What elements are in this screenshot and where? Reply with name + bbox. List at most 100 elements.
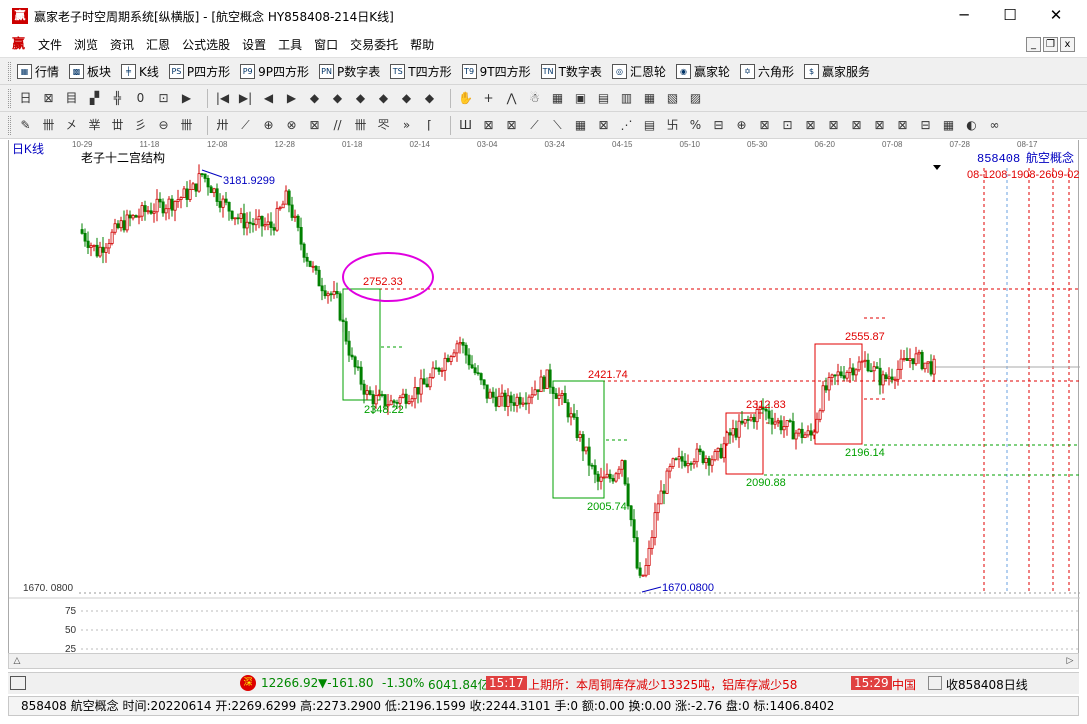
drawing-tool-icon-15[interactable]: ◆ bbox=[375, 90, 392, 107]
alarm-icon[interactable] bbox=[928, 676, 942, 690]
analysis-tool-icon-10[interactable]: ⊕ bbox=[260, 117, 277, 134]
keyboard-icon[interactable] bbox=[10, 676, 26, 690]
menu-item-5[interactable]: 设置 bbox=[236, 36, 272, 53]
menu-item-1[interactable]: 浏览 bbox=[68, 36, 104, 53]
analysis-tool-icon-18[interactable]: Ш bbox=[457, 117, 474, 134]
drawing-tool-icon-21[interactable]: ☃ bbox=[526, 90, 543, 107]
drawing-tool-icon-27[interactable]: ▧ bbox=[664, 90, 681, 107]
analysis-tool-icon-8[interactable]: 卅 bbox=[214, 117, 231, 134]
mdi-restore-button[interactable]: ❐ bbox=[1043, 37, 1058, 52]
analysis-tool-icon-32[interactable]: ⊡ bbox=[779, 117, 796, 134]
drawing-tool-icon-7[interactable]: ▶ bbox=[178, 90, 195, 107]
analysis-tool-icon-25[interactable]: ⋰ bbox=[618, 117, 635, 134]
toolbar-button-6[interactable]: TS T四方形 bbox=[390, 63, 452, 80]
analysis-tool-icon-37[interactable]: ⊠ bbox=[894, 117, 911, 134]
drawing-tool-icon-1[interactable]: ⊠ bbox=[40, 90, 57, 107]
drawing-tool-icon-11[interactable]: ▶ bbox=[283, 90, 300, 107]
toolbar-button-11[interactable]: ✡ 六角形 bbox=[739, 63, 794, 80]
analysis-tool-icon-34[interactable]: ⊠ bbox=[825, 117, 842, 134]
close-button[interactable]: ✕ bbox=[1033, 0, 1079, 30]
toolbar-button-0[interactable]: ▦ 行情 bbox=[17, 63, 59, 80]
mdi-minimize-button[interactable]: _ bbox=[1026, 37, 1041, 52]
drawing-tool-icon-0[interactable]: 日 bbox=[17, 90, 34, 107]
menu-item-7[interactable]: 窗口 bbox=[308, 36, 344, 53]
kline-chart[interactable]: 日K线 老子十二宫结构 858408 航空概念 08-1208-1908-2609-02… bbox=[8, 140, 1080, 669]
analysis-tool-icon-23[interactable]: ▦ bbox=[572, 117, 589, 134]
menu-item-0[interactable]: 文件 bbox=[32, 36, 68, 53]
drawing-tool-icon-18[interactable]: ✋ bbox=[457, 90, 474, 107]
toolbar-button-3[interactable]: PS P四方形 bbox=[168, 63, 230, 80]
analysis-tool-icon-1[interactable]: 卌 bbox=[40, 117, 57, 134]
menu-item-8[interactable]: 交易委托 bbox=[344, 36, 404, 53]
analysis-tool-icon-38[interactable]: ⊟ bbox=[917, 117, 934, 134]
drawing-tool-icon-9[interactable]: ▶| bbox=[237, 90, 254, 107]
analysis-tool-icon-20[interactable]: ⊠ bbox=[503, 117, 520, 134]
analysis-tool-icon-24[interactable]: ⊠ bbox=[595, 117, 612, 134]
news-ticker-2[interactable]: 中国 bbox=[892, 676, 916, 693]
drawing-tool-icon-28[interactable]: ▨ bbox=[687, 90, 704, 107]
toolbar-grip[interactable] bbox=[8, 61, 11, 81]
toolbar-button-2[interactable]: ╪ K线 bbox=[121, 63, 159, 80]
toolbar-button-12[interactable]: $ 赢家服务 bbox=[803, 63, 870, 80]
drawing-tool-icon-17[interactable]: ◆ bbox=[421, 90, 438, 107]
menu-item-4[interactable]: 公式选股 bbox=[176, 36, 236, 53]
toolbar-button-8[interactable]: TN T数字表 bbox=[540, 63, 602, 80]
drawing-tool-icon-24[interactable]: ▤ bbox=[595, 90, 612, 107]
news-ticker-1[interactable]: 上期所：本周铜库存减少13325吨，铝库存减少58 bbox=[528, 676, 797, 693]
analysis-tool-icon-7[interactable]: 卌 bbox=[178, 117, 195, 134]
drawing-tool-icon-19[interactable]: + bbox=[480, 90, 497, 107]
menu-item-9[interactable]: 帮助 bbox=[404, 36, 440, 53]
maximize-button[interactable]: ☐ bbox=[987, 0, 1033, 30]
drawing-tool-icon-5[interactable]: 0 bbox=[132, 90, 149, 107]
analysis-tool-icon-13[interactable]: // bbox=[329, 117, 346, 134]
analysis-tool-icon-39[interactable]: ▦ bbox=[940, 117, 957, 134]
toolbar-button-4[interactable]: P9 9P四方形 bbox=[240, 63, 309, 80]
analysis-tool-icon-9[interactable]: ⟋ bbox=[237, 117, 254, 134]
toolbar-button-9[interactable]: ◎ 汇恩轮 bbox=[611, 63, 666, 80]
analysis-tool-icon-14[interactable]: 卌 bbox=[352, 117, 369, 134]
drawing-tool-icon-6[interactable]: ⊡ bbox=[155, 90, 172, 107]
drawing-tool-icon-26[interactable]: ▦ bbox=[641, 90, 658, 107]
analysis-tool-icon-6[interactable]: ⊖ bbox=[155, 117, 172, 134]
analysis-tool-icon-5[interactable]: 彡 bbox=[132, 117, 149, 134]
analysis-tool-icon-31[interactable]: ⊠ bbox=[756, 117, 773, 134]
drawing-tool-icon-14[interactable]: ◆ bbox=[352, 90, 369, 107]
toolbar-grip[interactable] bbox=[8, 115, 11, 135]
drawing-tool-icon-4[interactable]: ╬ bbox=[109, 90, 126, 107]
analysis-tool-icon-17[interactable]: ⌈ bbox=[421, 117, 438, 134]
analysis-tool-icon-22[interactable]: ⟍ bbox=[549, 117, 566, 134]
analysis-tool-icon-28[interactable]: % bbox=[687, 117, 704, 134]
analysis-tool-icon-4[interactable]: 丗 bbox=[109, 117, 126, 134]
mdi-close-button[interactable]: x bbox=[1060, 37, 1075, 52]
analysis-tool-icon-16[interactable]: » bbox=[398, 117, 415, 134]
toolbar-button-10[interactable]: ◉ 赢家轮 bbox=[675, 63, 730, 80]
drawing-tool-icon-8[interactable]: |◀ bbox=[214, 90, 231, 107]
analysis-tool-icon-12[interactable]: ⊠ bbox=[306, 117, 323, 134]
chart-scrollbar[interactable]: △ ▷ bbox=[8, 653, 1079, 669]
menu-item-6[interactable]: 工具 bbox=[272, 36, 308, 53]
analysis-tool-icon-11[interactable]: ⊗ bbox=[283, 117, 300, 134]
drawing-tool-icon-23[interactable]: ▣ bbox=[572, 90, 589, 107]
analysis-tool-icon-3[interactable]: 丵 bbox=[86, 117, 103, 134]
drawing-tool-icon-13[interactable]: ◆ bbox=[329, 90, 346, 107]
analysis-tool-icon-27[interactable]: 卐 bbox=[664, 117, 681, 134]
analysis-tool-icon-33[interactable]: ⊠ bbox=[802, 117, 819, 134]
toolbar-grip[interactable] bbox=[8, 88, 11, 108]
analysis-tool-icon-26[interactable]: ▤ bbox=[641, 117, 658, 134]
drawing-tool-icon-3[interactable]: ▞ bbox=[86, 90, 103, 107]
analysis-tool-icon-41[interactable]: ∞ bbox=[986, 117, 1003, 134]
scroll-left-button[interactable]: △ bbox=[9, 654, 25, 668]
drawing-tool-icon-16[interactable]: ◆ bbox=[398, 90, 415, 107]
analysis-tool-icon-30[interactable]: ⊕ bbox=[733, 117, 750, 134]
analysis-tool-icon-29[interactable]: ⊟ bbox=[710, 117, 727, 134]
toolbar-button-5[interactable]: PN P数字表 bbox=[319, 63, 380, 80]
kline-chart-canvas[interactable]: 日K线老子十二宫结构 858408 航空概念08-1208-1908-2609-02… bbox=[9, 140, 1080, 653]
analysis-tool-icon-35[interactable]: ⊠ bbox=[848, 117, 865, 134]
drawing-tool-icon-22[interactable]: ▦ bbox=[549, 90, 566, 107]
drawing-tool-icon-20[interactable]: ⋀ bbox=[503, 90, 520, 107]
drawing-tool-icon-10[interactable]: ◀ bbox=[260, 90, 277, 107]
analysis-tool-icon-21[interactable]: ⟋ bbox=[526, 117, 543, 134]
analysis-tool-icon-19[interactable]: ⊠ bbox=[480, 117, 497, 134]
scroll-right-button[interactable]: ▷ bbox=[1062, 654, 1078, 668]
analysis-tool-icon-40[interactable]: ◐ bbox=[963, 117, 980, 134]
